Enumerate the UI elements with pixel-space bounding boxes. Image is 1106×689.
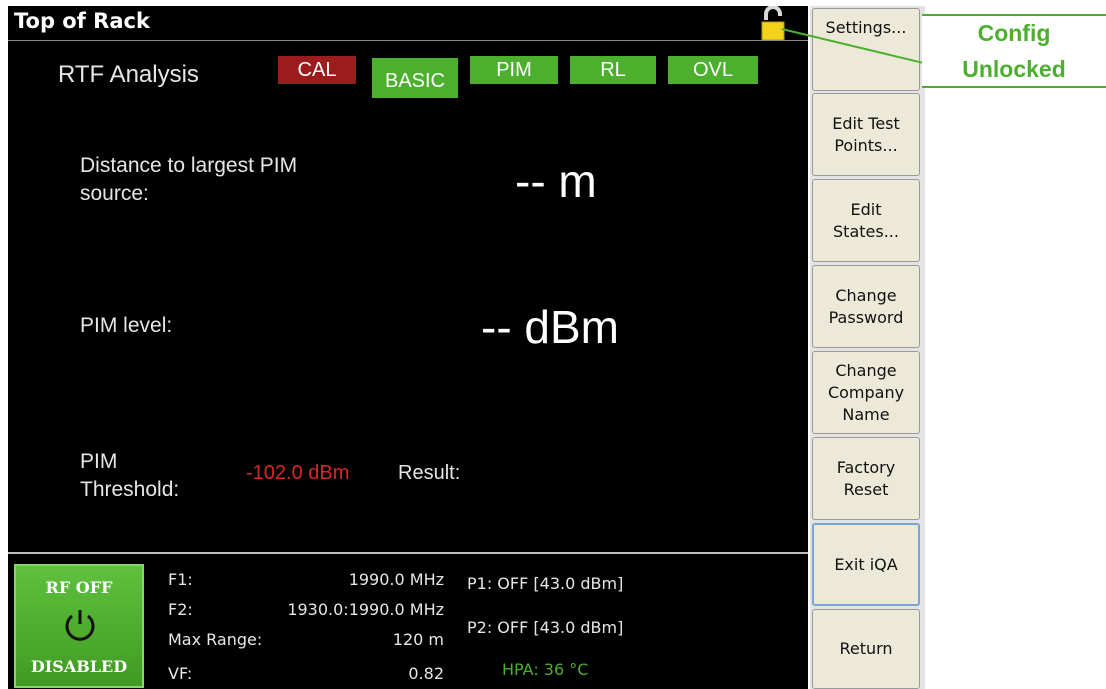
return-button[interactable]: Return <box>812 609 920 689</box>
window-title: Top of Rack <box>14 9 150 33</box>
rf-toggle-button[interactable]: RF OFF DISABLED <box>14 564 144 688</box>
f1-label: F1: <box>168 570 193 589</box>
rf-disabled-label: DISABLED <box>30 657 128 676</box>
padlock-unlocked-icon <box>761 6 785 40</box>
exit-iqa-button[interactable]: Exit iQA <box>812 523 920 606</box>
pim-level-label: PIM level: <box>80 314 173 337</box>
threshold-value: -102.0 dBm <box>246 462 350 484</box>
distance-label-line1: Distance to largest PIM <box>80 154 298 177</box>
f2-label: F2: <box>168 600 193 619</box>
tag-cal[interactable]: CAL <box>278 56 356 84</box>
pim-level-value: -- dBm <box>481 301 619 353</box>
callout-line1: Config <box>977 20 1051 46</box>
title-bar: Top of Rack <box>8 6 808 41</box>
f2-value: 1930.0:1990.0 MHz <box>287 600 444 619</box>
result-label: Result: <box>398 462 461 484</box>
threshold-label-line1: PIM <box>80 450 118 473</box>
max-range-label: Max Range: <box>168 630 263 649</box>
edit-test-points-button[interactable]: Edit Test Points... <box>812 93 920 176</box>
p1-status: P1: OFF [43.0 dBm] <box>467 574 624 593</box>
vf-label: VF: <box>168 664 193 683</box>
power-icon <box>65 610 95 641</box>
distance-label-line2: source: <box>80 182 149 205</box>
status-bar: RF OFF DISABLED F1: 1990.0 MHz F2: 1930.… <box>8 552 808 689</box>
rf-state-label: RF OFF <box>45 578 113 597</box>
max-range-value: 120 m <box>392 630 444 649</box>
tag-basic[interactable]: BASIC <box>372 58 458 98</box>
tag-rl[interactable]: RL <box>570 56 656 84</box>
config-unlocked-callout: Config Unlocked <box>922 14 1106 88</box>
vf-value: 0.82 <box>408 664 444 683</box>
distance-value: -- m <box>515 155 597 207</box>
instrument-screen: Top of Rack RTF Analysis CAL BASIC PIM R… <box>8 6 808 689</box>
change-password-button[interactable]: Change Password <box>812 265 920 348</box>
factory-reset-button[interactable]: Factory Reset <box>812 437 920 520</box>
callout-line2: Unlocked <box>962 56 1066 82</box>
tag-ovl[interactable]: OVL <box>668 56 758 84</box>
p2-status: P2: OFF [43.0 dBm] <box>467 618 624 637</box>
f1-value: 1990.0 MHz <box>348 570 444 589</box>
threshold-label-line2: Threshold: <box>80 478 180 501</box>
analysis-title: RTF Analysis <box>58 61 199 88</box>
tag-pim[interactable]: PIM <box>470 56 558 84</box>
hpa-temperature: HPA: 36 °C <box>502 660 589 679</box>
edit-states-button[interactable]: Edit States... <box>812 179 920 262</box>
sidebar: Settings... Edit Test Points... Edit Sta… <box>810 6 925 689</box>
change-company-name-button[interactable]: Change Company Name <box>812 351 920 434</box>
